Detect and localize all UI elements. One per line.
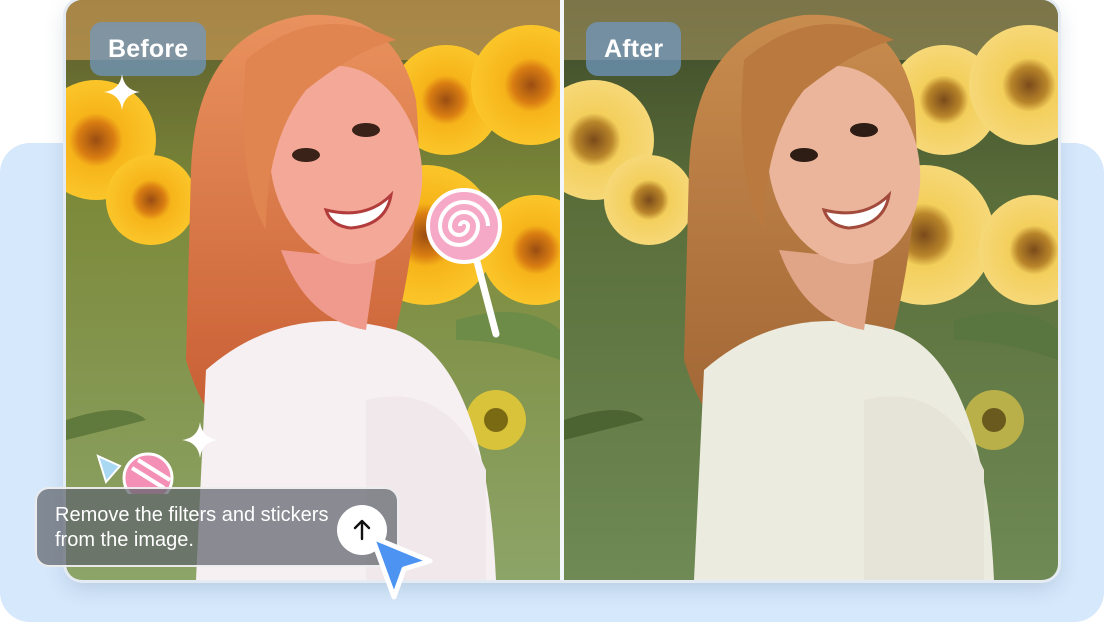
prompt-text: Remove the filters and stickers from the… <box>55 504 329 551</box>
before-badge: Before <box>90 22 207 76</box>
after-badge: After <box>586 22 682 76</box>
sparkle-icon <box>182 422 218 458</box>
sparkle-icon <box>104 74 140 110</box>
prompt-input[interactable]: Remove the filters and stickers from the… <box>35 487 399 567</box>
after-photo <box>564 0 1058 580</box>
pointer-cursor-icon <box>369 534 433 600</box>
after-image-panel: After <box>564 0 1058 580</box>
lollipop-sticker <box>426 188 502 338</box>
